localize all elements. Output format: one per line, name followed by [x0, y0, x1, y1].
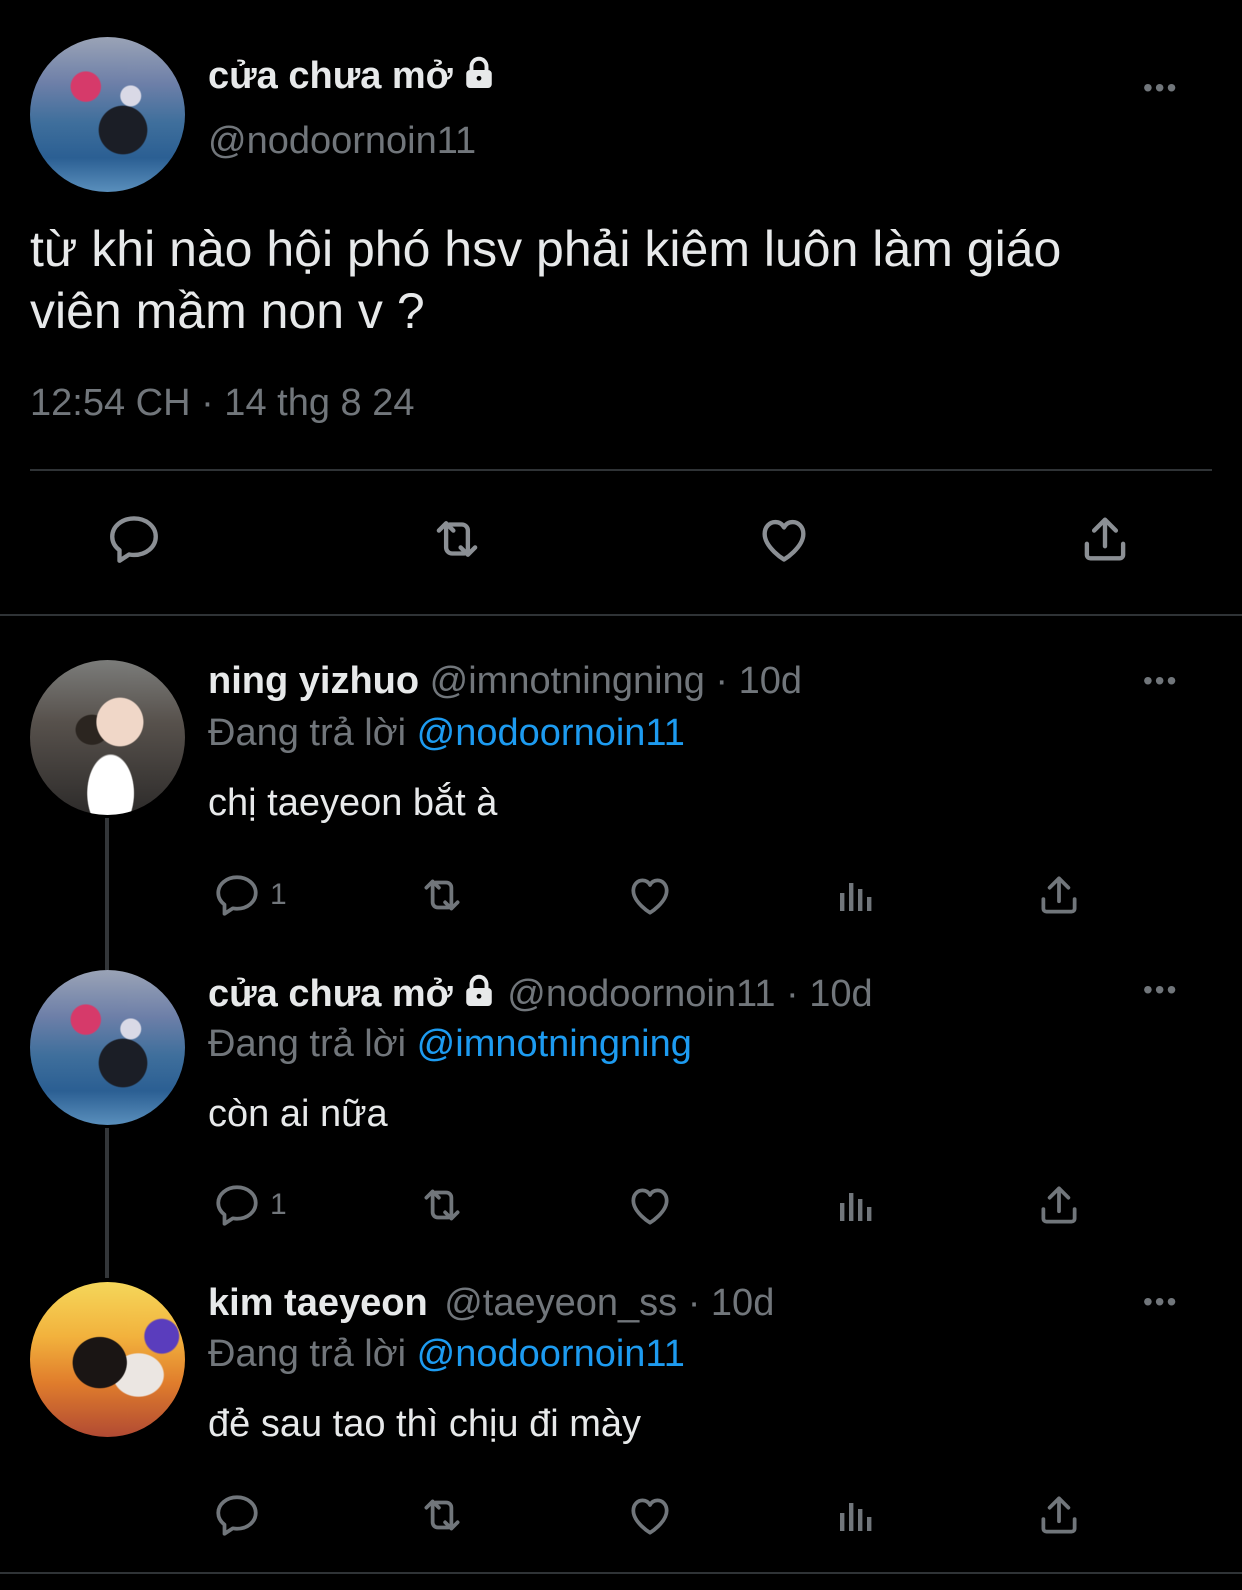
- views-icon[interactable]: [832, 870, 880, 920]
- avatar[interactable]: [30, 970, 185, 1125]
- reply-handle-time[interactable]: @imnotningning · 10d: [430, 660, 802, 702]
- replying-to: Đang trả lời @nodoornoin11: [208, 712, 685, 755]
- reply-text: chị taeyeon bắt à: [208, 782, 498, 824]
- share-icon[interactable]: [1076, 510, 1134, 568]
- replying-to-link[interactable]: @nodoornoin11: [417, 1333, 685, 1375]
- reply-icon[interactable]: [212, 1490, 262, 1540]
- views-icon[interactable]: [832, 1490, 880, 1540]
- like-icon[interactable]: [624, 1490, 676, 1540]
- author-display-name: cửa chưa mở: [208, 55, 453, 97]
- replying-to: Đang trả lời @nodoornoin11: [208, 1333, 685, 1376]
- reply-count: 1: [270, 878, 287, 911]
- share-icon[interactable]: [1034, 870, 1084, 920]
- retweet-icon[interactable]: [415, 1490, 469, 1540]
- tweet-text-line: viên mầm non v ?: [30, 283, 425, 339]
- reply-text: đẻ sau tao thì chịu đi mày: [208, 1403, 642, 1445]
- replying-prefix: Đang trả lời: [208, 1023, 407, 1065]
- reply-icon[interactable]: [105, 510, 163, 568]
- reply-text: còn ai nữa: [208, 1093, 388, 1135]
- reply-header: ning yizhuo @imnotningning · 10d: [208, 660, 802, 703]
- reply-count: 1: [270, 1188, 287, 1221]
- retweet-icon[interactable]: [425, 510, 489, 568]
- views-icon[interactable]: [832, 1180, 880, 1230]
- divider: [30, 469, 1212, 471]
- tweet-text-line: từ khi nào hội phó hsv phải kiêm luôn là…: [30, 221, 1062, 277]
- reply-header: cửa chưa mở @nodoornoin11 · 10d: [208, 973, 873, 1016]
- replying-prefix: Đang trả lời: [208, 1333, 407, 1375]
- lock-icon: [461, 973, 497, 1009]
- tweet-timestamp[interactable]: 12:54 CH · 14 thg 8 24: [30, 382, 414, 425]
- reply-display-name[interactable]: ning yizhuo: [208, 660, 419, 702]
- lock-icon: [461, 55, 497, 91]
- retweet-icon[interactable]: [415, 870, 469, 920]
- more-icon[interactable]: •••: [1143, 72, 1178, 104]
- reply-header: kim taeyeon @taeyeon_ss · 10d: [208, 1282, 774, 1325]
- reply-action-bar: 1: [0, 1180, 1242, 1232]
- divider: [0, 1572, 1242, 1574]
- tweet-text: từ khi nào hội phó hsv phải kiêm luôn là…: [30, 218, 1061, 342]
- avatar[interactable]: [30, 37, 185, 192]
- more-icon[interactable]: •••: [1143, 665, 1178, 697]
- reply-action-bar: [0, 1490, 1242, 1542]
- replying-to-link[interactable]: @imnotningning: [417, 1023, 692, 1065]
- divider: [0, 614, 1242, 616]
- like-icon[interactable]: [753, 510, 815, 568]
- replying-to-link[interactable]: @nodoornoin11: [417, 712, 685, 754]
- more-icon[interactable]: •••: [1143, 974, 1178, 1006]
- author-handle[interactable]: @nodoornoin11: [208, 120, 476, 163]
- like-icon[interactable]: [624, 870, 676, 920]
- reply-icon[interactable]: [212, 1180, 262, 1230]
- like-icon[interactable]: [624, 1180, 676, 1230]
- main-action-bar: [0, 510, 1242, 570]
- avatar[interactable]: [30, 660, 185, 815]
- retweet-icon[interactable]: [415, 1180, 469, 1230]
- share-icon[interactable]: [1034, 1490, 1084, 1540]
- author-name[interactable]: cửa chưa mở: [208, 55, 497, 98]
- more-icon[interactable]: •••: [1143, 1286, 1178, 1318]
- replying-prefix: Đang trả lời: [208, 712, 407, 754]
- avatar[interactable]: [30, 1282, 185, 1437]
- reply-action-bar: 1: [0, 870, 1242, 922]
- reply-handle-time[interactable]: @taeyeon_ss · 10d: [444, 1282, 774, 1324]
- share-icon[interactable]: [1034, 1180, 1084, 1230]
- reply-display-name[interactable]: kim taeyeon: [208, 1282, 428, 1324]
- reply-display-name[interactable]: cửa chưa mở: [208, 973, 453, 1015]
- reply-handle-time[interactable]: @nodoornoin11 · 10d: [507, 973, 872, 1015]
- reply-icon[interactable]: [212, 870, 262, 920]
- replying-to: Đang trả lời @imnotningning: [208, 1023, 692, 1066]
